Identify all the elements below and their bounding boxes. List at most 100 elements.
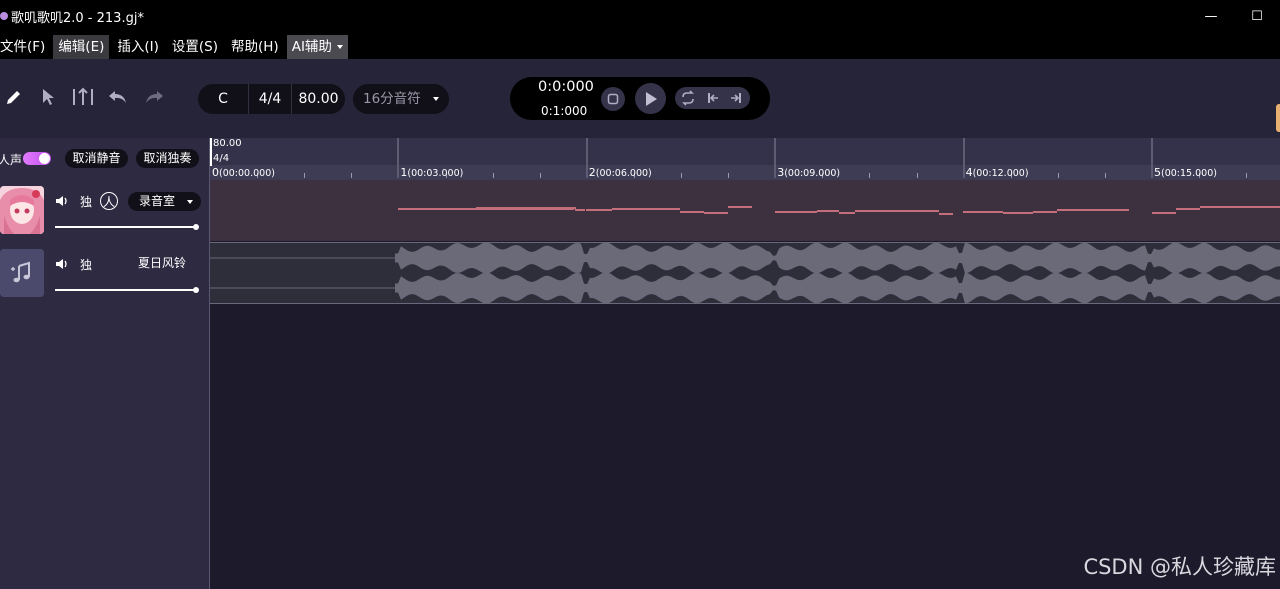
split-icon[interactable] [71, 85, 95, 109]
vocal-note[interactable] [893, 210, 939, 212]
vocal-note[interactable] [1057, 209, 1129, 211]
loop-controls [675, 87, 750, 109]
tempo-field[interactable]: 80.00 [292, 84, 345, 114]
menu-insert[interactable]: 插入(I) [112, 35, 164, 59]
tempo-marker[interactable] [210, 138, 212, 166]
undo-icon[interactable] [106, 85, 130, 109]
bar-tick [774, 138, 777, 178]
voice-toggle[interactable] [23, 152, 51, 165]
vocal-note[interactable] [612, 208, 680, 210]
vocal-note[interactable] [586, 209, 612, 211]
bar-label: 2(00:06.000) [589, 166, 652, 179]
maximize-button[interactable]: ☐ [1234, 0, 1280, 32]
loop-end-icon[interactable] [729, 91, 743, 105]
menu-help[interactable]: 帮助(H) [226, 35, 284, 59]
voice-select-button[interactable]: 人 [100, 192, 118, 210]
side-panel-handle[interactable] [1276, 104, 1280, 132]
key-selector[interactable]: C [198, 84, 248, 114]
audio-track-icon-box[interactable] [0, 249, 44, 297]
vocal-note[interactable] [476, 207, 576, 209]
bar-label: 0(00:00.000) [212, 166, 275, 179]
play-button[interactable] [635, 83, 666, 114]
vocal-note[interactable] [1033, 211, 1057, 213]
speaker-icon [56, 259, 67, 269]
project-params: C 4/4 80.00 [198, 84, 345, 114]
menu-edit[interactable]: 编辑(E) [53, 35, 110, 59]
minimize-button[interactable]: — [1188, 0, 1234, 32]
bar-tick [1151, 138, 1153, 178]
bar-number: 0 [212, 166, 219, 179]
mute-button[interactable] [53, 255, 71, 273]
bar-number: 4 [965, 166, 973, 179]
vocal-note[interactable] [855, 210, 893, 212]
menu-ai-assist[interactable]: AI辅助 [286, 35, 348, 59]
vocal-note[interactable] [575, 209, 585, 211]
audio-track-name[interactable]: 夏日风铃 [138, 254, 186, 271]
solo-button[interactable]: 独 [77, 255, 95, 273]
track-volume-slider[interactable] [55, 226, 196, 228]
redo-icon[interactable] [142, 85, 166, 109]
unsolo-all-button[interactable]: 取消独奏 [136, 149, 199, 168]
menu-settings[interactable]: 设置(S) [167, 35, 223, 59]
bar-tick [962, 138, 965, 178]
vocal-note[interactable] [939, 213, 953, 215]
vocal-note[interactable] [963, 211, 1003, 213]
solo-button[interactable]: 独 [77, 192, 95, 210]
bar-tick [585, 138, 588, 178]
track-volume-slider[interactable] [55, 289, 196, 291]
vocal-note[interactable] [1200, 206, 1280, 208]
bar-number: 5 [1154, 166, 1161, 179]
audio-waveform [210, 243, 1280, 303]
vocal-note[interactable] [1003, 212, 1033, 214]
quantize-dropdown[interactable]: 16分音符 [353, 84, 449, 114]
stop-button[interactable] [601, 87, 625, 111]
bar-position: 0:1:000 [541, 104, 588, 118]
timeline-ruler-bars [210, 165, 1280, 180]
ruler-tempo: 80.00 [213, 138, 242, 149]
vocal-note[interactable] [775, 211, 817, 213]
beat-tick [1246, 173, 1248, 178]
beat-tick [916, 173, 918, 178]
pointer-icon[interactable] [36, 85, 60, 109]
beat-tick [492, 173, 494, 178]
watermark: CSDN @私人珍藏库 [1083, 555, 1276, 579]
empty-track-area[interactable] [210, 304, 1280, 589]
bar-time: (00:03.000) [407, 168, 464, 179]
unmute-all-button[interactable]: 取消静音 [65, 149, 128, 168]
waveform-channel [395, 272, 1280, 303]
vocal-note[interactable] [1152, 212, 1176, 214]
title-bar: 歌叽歌叽2.0 - 213.gj* — ☐ [0, 0, 1280, 32]
beat-tick [869, 173, 871, 178]
beat-tick [1057, 173, 1059, 178]
vocal-note[interactable] [817, 210, 839, 212]
voice-toggle-label: 人声 [0, 153, 22, 167]
bar-time: (00:15.000) [1161, 168, 1217, 179]
bar-tick [397, 138, 400, 178]
play-icon [645, 91, 657, 106]
bar-label: 5(00:15.000) [1154, 166, 1217, 179]
time-position: 0:0:000 [538, 79, 594, 95]
effect-value: 录音室 [139, 194, 176, 208]
vocal-note[interactable] [704, 212, 728, 214]
time-signature[interactable]: 4/4 [249, 84, 291, 114]
loop-icon[interactable] [680, 90, 696, 106]
pencil-icon[interactable] [2, 85, 26, 109]
menu-file[interactable]: 文件(F) [0, 35, 50, 59]
effect-dropdown[interactable]: 录音室 [128, 192, 201, 211]
bar-time: (00:09.000) [784, 168, 841, 179]
mute-button[interactable] [53, 192, 71, 210]
window-title: 歌叽歌叽2.0 - 213.gj* [11, 10, 144, 26]
vocal-note[interactable] [1176, 208, 1200, 210]
vocal-note[interactable] [680, 211, 704, 213]
app-icon [0, 12, 8, 20]
vocal-note[interactable] [839, 212, 855, 214]
menu-bar: 文件(F) 编辑(E) 插入(I) 设置(S) 帮助(H) AI辅助 [0, 32, 1280, 59]
vocal-note[interactable] [728, 206, 752, 208]
volume-slider-handle[interactable] [193, 224, 199, 230]
volume-slider-handle[interactable] [193, 287, 199, 293]
chevron-down-icon [187, 200, 193, 204]
loop-start-icon[interactable] [706, 91, 720, 105]
ruler-time-signature: 4/4 [213, 153, 230, 164]
singer-avatar[interactable] [0, 186, 44, 234]
bar-time: (00:00.000) [219, 168, 275, 179]
